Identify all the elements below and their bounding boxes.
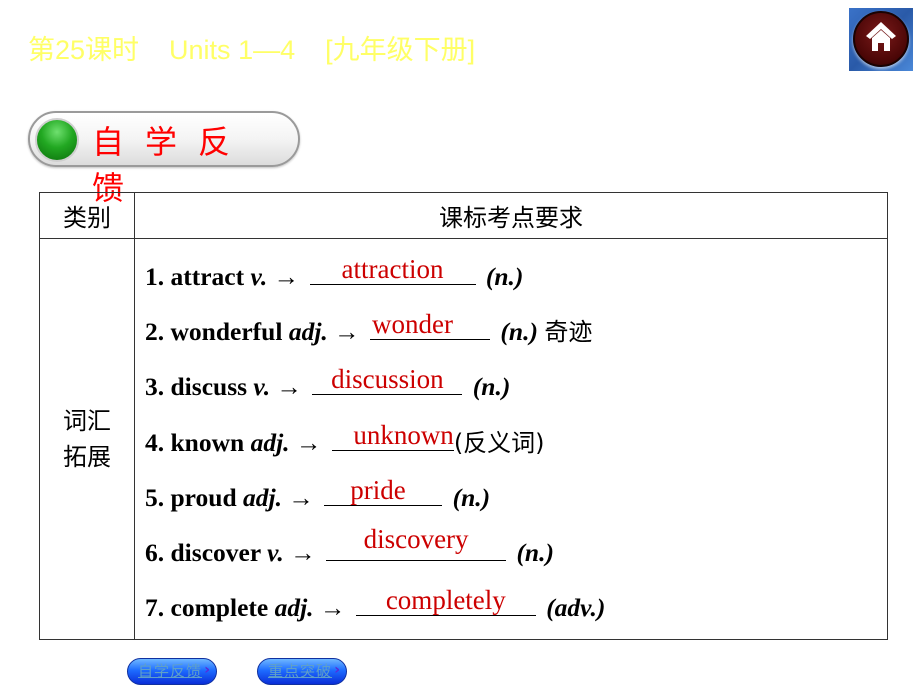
item-suffix: (n.): [472, 372, 511, 402]
answer-blank: attraction: [309, 254, 476, 285]
item-word: known: [170, 427, 245, 457]
item-pos: adj.: [288, 317, 328, 347]
list-item: 2. wonderful adj. → wonder (n.) 奇迹: [145, 304, 887, 359]
items-cell: 1. attract v. → attraction (n.) 2. wonde…: [134, 237, 888, 641]
grade-label: [九年级下册]: [325, 35, 476, 65]
list-item: 5. proud adj. → pride (n.): [145, 470, 887, 525]
answer-text: attraction: [341, 254, 444, 284]
list-item: 1. attract v. → attraction (n.): [145, 249, 887, 304]
item-word: discover: [170, 537, 261, 567]
item-suffix: (n.): [485, 262, 524, 291]
answer-text: pride: [350, 474, 406, 505]
item-number: 2.: [145, 317, 165, 347]
item-pos: v.: [250, 262, 268, 291]
answer-text: discussion: [331, 364, 444, 395]
item-pos: adj.: [250, 427, 290, 457]
item-suffix: (n.): [500, 317, 538, 347]
nav-self-study-feedback-button[interactable]: 自学反馈 ›: [127, 658, 217, 685]
lesson-label: 第25课时: [28, 35, 140, 65]
item-number: 5.: [145, 482, 165, 512]
item-word: proud: [170, 482, 237, 512]
item-note: 奇迹: [544, 318, 593, 347]
green-bullet-icon: [35, 118, 79, 162]
answer-text: wonder: [372, 309, 454, 340]
item-number: 4.: [145, 427, 165, 457]
answer-blank: pride: [324, 474, 443, 506]
item-word: wonderful: [170, 317, 283, 347]
answer-blank: unknown: [331, 419, 454, 451]
item-word: discuss: [170, 372, 248, 402]
item-number: 6.: [145, 537, 165, 567]
item-number: 7.: [145, 593, 165, 623]
arrow-icon: →: [319, 593, 346, 623]
list-item: 3. discuss v. → discussion (n.): [145, 359, 887, 414]
item-suffix: (n.): [452, 482, 491, 512]
home-button[interactable]: [849, 8, 913, 71]
arrow-icon: →: [276, 372, 303, 402]
arrow-icon: →: [334, 317, 360, 347]
chevron-right-icon: ›: [204, 662, 210, 678]
section-banner: 自学反馈: [28, 111, 300, 207]
item-number: 3.: [145, 372, 165, 402]
home-icon: [866, 22, 896, 51]
table-header-row: 类别 课标考点要求: [39, 192, 888, 239]
item-number: 1.: [145, 262, 165, 291]
answer-blank: completely: [355, 585, 536, 617]
list-item: 6. discover v. → discovery (n.): [145, 524, 887, 580]
units-label: Units 1—4: [169, 35, 296, 65]
nav-key-points-button[interactable]: 重点突破 ›: [257, 658, 347, 685]
item-pos: v.: [253, 372, 271, 402]
header-category: 类别: [39, 192, 135, 239]
header-requirements: 课标考点要求: [134, 192, 888, 239]
answer-text: unknown: [353, 419, 454, 450]
vocab-table: 类别 课标考点要求 词汇 拓展 1. attract v. → attracti…: [39, 192, 888, 641]
arrow-icon: →: [288, 482, 314, 512]
answer-blank: discussion: [312, 364, 463, 396]
item-suffix: (n.): [516, 537, 554, 567]
arrow-icon: →: [295, 427, 322, 457]
item-note: (反义词): [453, 428, 545, 457]
item-pos: adj.: [274, 593, 314, 623]
category-line: 拓展: [63, 443, 111, 472]
chevron-right-icon: ›: [334, 662, 340, 678]
nav-button-label: 自学反馈: [138, 662, 203, 680]
answer-blank: wonder: [370, 309, 491, 341]
page-header: 第25课时 Units 1—4 [九年级下册]: [28, 28, 505, 67]
answer-text: completely: [385, 585, 506, 616]
item-pos: v.: [267, 537, 284, 567]
answer-text: discovery: [363, 523, 469, 554]
item-word: attract: [170, 262, 245, 291]
table-row: 词汇 拓展 1. attract v. → attraction (n.) 2.…: [39, 237, 888, 641]
item-pos: adj.: [243, 482, 282, 512]
category-line: 词汇: [63, 407, 111, 436]
nav-button-label: 重点突破: [268, 662, 333, 680]
item-word: complete: [170, 593, 269, 623]
arrow-icon: →: [290, 537, 316, 567]
answer-blank: discovery: [326, 524, 507, 561]
list-item: 4. known adj. → unknown (反义词): [145, 415, 887, 470]
category-cell: 词汇 拓展: [39, 237, 135, 641]
arrow-icon: →: [273, 262, 300, 291]
item-suffix: (adv.): [546, 593, 606, 623]
list-item: 7. complete adj. → completely (adv.): [145, 580, 887, 635]
